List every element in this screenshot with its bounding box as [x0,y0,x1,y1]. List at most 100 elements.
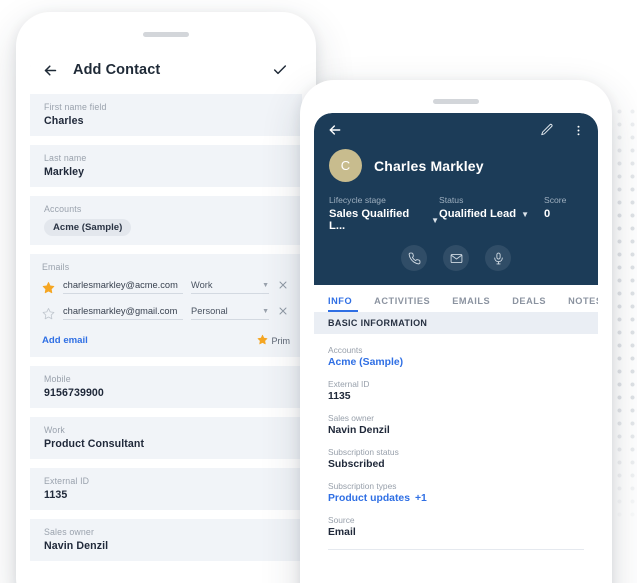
work-field[interactable]: Work Product Consultant [30,417,302,459]
tab-notes[interactable]: NOTES [568,296,598,312]
email-input[interactable]: charlesmarkley@acme.com [63,280,183,294]
star-outline-icon[interactable] [42,307,55,320]
status-value: Qualified Lead [439,208,517,220]
field-value: Markley [44,166,85,178]
field-value: Product Consultant [44,438,145,450]
info-item-sales-owner: Sales owner Navin Denzil [328,413,584,436]
first-name-field[interactable]: First name field Charles [30,94,302,136]
accounts-field[interactable]: Accounts Acme (Sample) [30,196,302,245]
arrow-left-icon[interactable] [327,122,343,138]
pencil-icon[interactable] [540,123,554,137]
field-label: Sales owner [44,527,95,537]
field-label: First name field [44,102,107,112]
info-label: Accounts [328,345,363,355]
contact-tabs: INFO ACTIVITIES EMAILS DEALS NOTES TA [314,285,598,312]
left-phone-mockup: Add Contact First name field Charles Las… [16,12,316,583]
arrow-left-icon[interactable] [42,62,59,79]
basic-information-list: Accounts Acme (Sample) External ID 1135 … [314,334,598,550]
chevron-down-icon: ▼ [262,281,269,289]
field-label: Mobile [44,374,71,384]
emails-label: Emails [42,262,70,272]
email-input[interactable]: charlesmarkley@gmail.com [63,306,183,320]
info-label: Sales owner [328,413,375,423]
add-email-link[interactable]: Add email [42,335,88,346]
info-value[interactable]: Product updates +1 [328,493,584,504]
info-item-external-id: External ID 1135 [328,379,584,402]
info-label: External ID [328,379,370,389]
right-phone-speaker [433,99,479,104]
info-item-subscription-status: Subscription status Subscribed [328,447,584,470]
star-filled-icon[interactable] [42,281,55,294]
score-field: Score 0 [544,195,566,232]
primary-legend: Prim [257,334,291,347]
meta-label: Status [439,195,464,205]
email-type-select[interactable]: Work ▼ [191,280,269,294]
list-divider [328,549,584,550]
add-email-row: Add email Prim [42,334,290,347]
call-button[interactable] [401,245,427,271]
info-item-subscription-types: Subscription types Product updates +1 [328,481,584,504]
email-button[interactable] [443,245,469,271]
contact-topbar [314,113,598,147]
chevron-down-icon: ▼ [521,209,530,219]
field-value: 9156739900 [44,387,104,399]
subscription-type-overflow-count[interactable]: +1 [415,493,427,504]
overflow-menu-icon[interactable] [572,124,585,137]
contact-meta-row: Lifecycle stage Sales Qualified L... ▼ S… [314,182,598,232]
meta-label: Lifecycle stage [329,195,386,205]
email-row: charlesmarkley@gmail.com Personal ▼ [42,301,290,325]
field-label: Work [44,425,65,435]
check-icon[interactable] [272,62,288,78]
tab-emails[interactable]: EMAILS [452,296,490,312]
sales-owner-field[interactable]: Sales owner Navin Denzil [30,519,302,561]
field-value: Navin Denzil [44,540,109,552]
status-field[interactable]: Status Qualified Lead ▼ [439,195,544,232]
field-value: 1135 [44,489,68,501]
chevron-down-icon: ▼ [262,307,269,315]
info-value: Navin Denzil [328,425,390,436]
info-item-accounts: Accounts Acme (Sample) [328,345,584,368]
info-item-source: Source Email [328,515,584,538]
remove-email-icon[interactable] [277,278,290,296]
emails-section: Emails charlesmarkley@acme.com Work ▼ ch… [30,254,302,357]
left-phone-speaker [143,32,189,37]
last-name-field[interactable]: Last name Markley [30,145,302,187]
lifecycle-stage-value: Sales Qualified L... [329,208,410,232]
right-phone-mockup: C Charles Markley Lifecycle stage Sales … [300,80,612,583]
meta-label: Score [544,195,567,205]
email-type-value: Personal [191,306,228,316]
contact-quick-actions [314,232,598,271]
primary-legend-label: Prim [271,335,291,346]
info-value[interactable]: Acme (Sample) [328,357,584,368]
right-phone-screen: C Charles Markley Lifecycle stage Sales … [314,113,598,583]
screenshot-stage: Add Contact First name field Charles Las… [0,0,637,583]
remove-email-icon[interactable] [277,304,290,322]
page-title: Add Contact [73,62,161,78]
avatar: C [329,149,362,182]
chevron-down-icon: ▼ [431,215,439,225]
record-button[interactable] [485,245,511,271]
account-chip[interactable]: Acme (Sample) [44,219,132,236]
info-value: Subscribed [328,459,385,470]
active-tab-indicator [328,309,358,312]
add-contact-form: First name field Charles Last name Markl… [30,94,302,583]
add-contact-appbar: Add Contact [30,46,302,94]
mobile-field[interactable]: Mobile 9156739900 [30,366,302,408]
email-type-value: Work [191,280,213,290]
section-header-basic-information: BASIC INFORMATION [314,312,598,334]
contact-detail-header: C Charles Markley Lifecycle stage Sales … [314,113,598,285]
left-phone-screen: Add Contact First name field Charles Las… [30,46,302,583]
info-label: Source [328,515,355,525]
lifecycle-stage-field[interactable]: Lifecycle stage Sales Qualified L... ▼ [329,195,439,232]
info-label: Subscription status [328,447,399,457]
field-label: External ID [44,476,90,486]
info-value: Email [328,527,356,538]
email-type-select[interactable]: Personal ▼ [191,306,269,320]
field-label: Last name [44,153,87,163]
info-value: 1135 [328,391,351,402]
tab-deals[interactable]: DEALS [512,296,546,312]
tab-activities[interactable]: ACTIVITIES [374,296,430,312]
external-id-field[interactable]: External ID 1135 [30,468,302,510]
info-label: Subscription types [328,481,397,491]
email-row: charlesmarkley@acme.com Work ▼ [42,275,290,299]
